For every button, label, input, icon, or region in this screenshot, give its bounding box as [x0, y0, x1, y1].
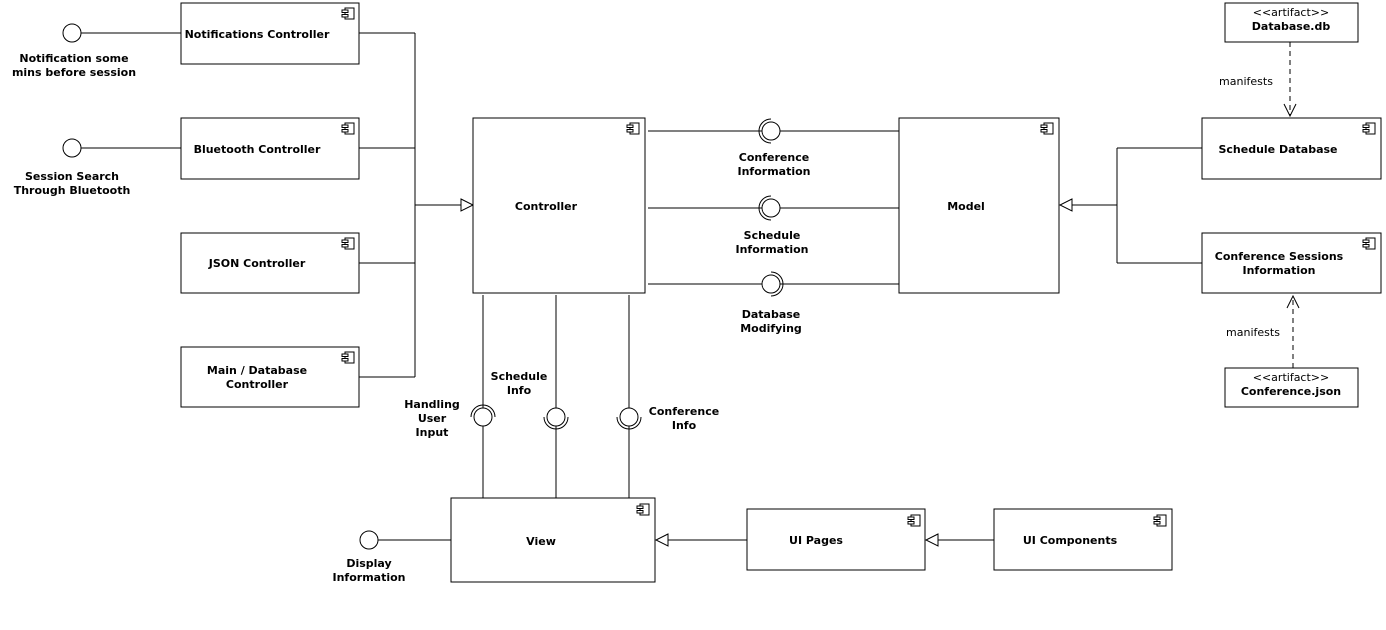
svg-text:Info: Info — [672, 419, 697, 432]
svg-text:Session Search: Session Search — [25, 170, 119, 183]
svg-text:Database: Database — [742, 308, 801, 321]
notification-interface: Notification some mins before session — [12, 23, 181, 79]
component-label: UI Pages — [789, 534, 843, 547]
svg-text:Conference: Conference — [739, 151, 809, 164]
controller-component[interactable]: Controller — [472, 117, 646, 294]
ui-components-component[interactable]: UI Components — [993, 508, 1173, 571]
main-database-controller-component[interactable]: Main / Database Controller — [180, 346, 360, 408]
component-label: JSON Controller — [208, 257, 306, 270]
svg-text:Modifying: Modifying — [740, 322, 802, 335]
conference-json-artifact[interactable]: <<artifact>> Conference.json — [1224, 367, 1359, 408]
display-information-interface: Display Information — [333, 530, 451, 584]
svg-text:Conference.json: Conference.json — [1241, 385, 1341, 398]
hollow-arrowhead-icon — [924, 533, 939, 547]
component-label: Controller — [515, 200, 578, 213]
hollow-arrowhead-icon — [460, 198, 475, 212]
model-component[interactable]: Model — [898, 117, 1060, 294]
component-label: Controller — [226, 378, 289, 391]
notifications-controller-component[interactable]: Notifications Controller — [180, 2, 360, 65]
svg-text:Info: Info — [507, 384, 532, 397]
svg-text:Information: Information — [738, 165, 811, 178]
svg-text:Input: Input — [416, 426, 449, 439]
component-label: UI Components — [1023, 534, 1118, 547]
database-db-artifact[interactable]: <<artifact>> Database.db — [1224, 2, 1359, 43]
model-generalization — [1058, 147, 1202, 264]
svg-text:Information: Information — [736, 243, 809, 256]
manifests-dependency-database: manifests — [1219, 42, 1297, 118]
component-label: View — [526, 535, 556, 548]
hollow-arrowhead-icon — [654, 533, 669, 547]
session-search-interface: Session Search Through Bluetooth — [14, 138, 181, 197]
conference-info-interface: Conference Info — [616, 295, 719, 498]
svg-text:<<artifact>>: <<artifact>> — [1253, 6, 1329, 19]
hollow-arrowhead-icon — [1058, 198, 1073, 212]
handling-user-input-interface: Handling User Input — [404, 295, 496, 498]
interface-ball-icon — [62, 23, 82, 43]
svg-text:Conference: Conference — [649, 405, 719, 418]
svg-text:User: User — [418, 412, 447, 425]
view-component[interactable]: View — [450, 497, 656, 583]
schedule-information-interface: Schedule Information — [648, 195, 899, 256]
conference-information-interface: Conference Information — [648, 118, 899, 178]
component-label: Main / Database — [207, 364, 307, 377]
component-diagram: Notifications Controller Bluetooth Contr… — [12, 2, 1382, 584]
svg-text:Information: Information — [333, 571, 406, 584]
ui-pages-component[interactable]: UI Pages — [746, 508, 926, 571]
component-label: Information — [1243, 264, 1316, 277]
svg-text:Handling: Handling — [404, 398, 460, 411]
json-controller-component[interactable]: JSON Controller — [180, 232, 360, 294]
component-label: Bluetooth Controller — [194, 143, 321, 156]
svg-text:mins before session: mins before session — [12, 66, 136, 79]
conference-sessions-information-component[interactable]: Conference Sessions Information — [1201, 232, 1382, 294]
schedule-database-component[interactable]: Schedule Database — [1201, 117, 1382, 180]
svg-text:Display: Display — [346, 557, 391, 570]
svg-text:Database.db: Database.db — [1252, 20, 1331, 33]
interface-ball-icon — [62, 138, 82, 158]
svg-text:Through Bluetooth: Through Bluetooth — [14, 184, 131, 197]
component-label: Schedule Database — [1218, 143, 1337, 156]
svg-text:<<artifact>>: <<artifact>> — [1253, 371, 1329, 384]
component-label: Conference Sessions — [1215, 250, 1344, 263]
component-label: Notifications Controller — [185, 28, 330, 41]
controllers-generalization — [359, 32, 475, 378]
svg-text:manifests: manifests — [1219, 75, 1273, 88]
manifests-dependency-conference: manifests — [1226, 294, 1300, 368]
interface-ball-icon — [359, 530, 379, 550]
database-modifying-interface: Database Modifying — [648, 271, 899, 335]
component-label: Model — [947, 200, 985, 213]
svg-text:Schedule: Schedule — [491, 370, 548, 383]
bluetooth-controller-component[interactable]: Bluetooth Controller — [180, 117, 360, 180]
svg-text:manifests: manifests — [1226, 326, 1280, 339]
svg-text:Notification some: Notification some — [19, 52, 128, 65]
svg-text:Schedule: Schedule — [744, 229, 801, 242]
schedule-info-interface: Schedule Info — [491, 295, 569, 498]
